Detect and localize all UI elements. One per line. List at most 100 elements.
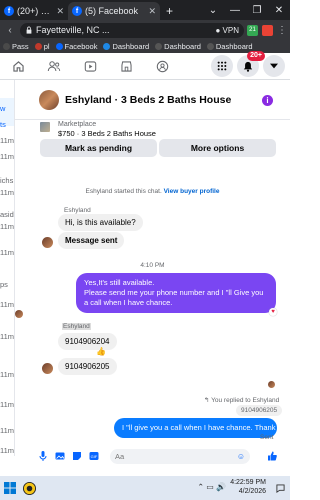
notification-badge: 20+ — [247, 51, 265, 61]
omnibox[interactable]: Fayetteville, NC ... ● VPN — [20, 22, 244, 38]
chat-header: Eshyland · 3 Beds 2 Baths House i — [15, 80, 290, 120]
message-bubble-incoming[interactable]: Hi, is this available? — [58, 214, 143, 231]
bookmark-icon — [155, 43, 163, 50]
facebook-header: 20+ — [0, 51, 290, 80]
start-icon[interactable] — [3, 481, 17, 495]
bookmark-item[interactable]: Facebook — [55, 42, 97, 51]
mark-as-pending-button[interactable]: Mark as pending — [40, 139, 157, 157]
heart-reaction-icon[interactable]: ♥ — [269, 308, 277, 316]
bookmark-icon — [34, 43, 42, 50]
sender-name: Eshyland — [62, 323, 91, 330]
window-controls: ⌄ — ❐ ✕ — [202, 0, 290, 20]
bookmark-icon — [103, 43, 111, 50]
home-icon[interactable] — [0, 53, 36, 80]
emoji-icon[interactable]: ☺ — [237, 452, 245, 461]
notification-center-icon[interactable] — [273, 481, 287, 495]
close-window-button[interactable]: ✕ — [268, 5, 290, 16]
bookmark-item[interactable]: Pass — [3, 42, 29, 51]
message-bubble-incoming[interactable]: 9104906204 — [58, 333, 117, 350]
seen-avatar — [268, 381, 275, 388]
view-buyer-profile-link[interactable]: View buyer profile — [164, 188, 220, 195]
tab-title: (20+) Messenger | Faceboo — [17, 6, 54, 16]
extension-icon[interactable]: 21 — [247, 24, 258, 36]
new-tab-button[interactable]: + — [160, 2, 179, 20]
bookmark-icon — [3, 43, 10, 50]
chat-list-item[interactable]: ts — [0, 120, 6, 129]
message-bubble-outgoing[interactable]: I "ll give you a call when I have chance… — [114, 418, 292, 439]
marketplace-icon[interactable] — [108, 53, 144, 80]
sender-avatar — [15, 310, 23, 318]
tab-messenger[interactable]: f (20+) Messenger | Faceboo ✕ — [0, 2, 68, 20]
minimize-button[interactable]: — — [224, 5, 246, 16]
browser-tab-strip: f (20+) Messenger | Faceboo ✕ f (5) Face… — [0, 0, 290, 20]
timestamp: 4:10 PM — [140, 262, 165, 269]
taskbar-app-icon[interactable] — [22, 481, 36, 495]
chat-list-item[interactable]: ichs... — [0, 176, 14, 185]
tab-facebook[interactable]: f (5) Facebook ✕ — [68, 2, 160, 20]
facebook-favicon-icon: f — [72, 6, 82, 16]
chat-list-time: 11m — [0, 152, 15, 161]
chat-list-edge: w ts 11m 11m 11m ichs... aside 11m 11m p… — [0, 80, 15, 456]
lock-icon — [26, 26, 32, 34]
chat-list-item[interactable]: ps — [0, 280, 8, 289]
bookmarks-bar: Pass pl Facebook Dashboard Dashboard Das… — [0, 40, 290, 53]
account-menu-chevron-icon[interactable] — [263, 55, 285, 77]
message-bubble-incoming[interactable]: Message sent — [58, 232, 125, 249]
listing-thumbnail[interactable] — [40, 122, 50, 132]
bookmark-item[interactable]: Dashboard — [155, 42, 201, 51]
tab-search-icon[interactable]: ⌄ — [202, 5, 224, 16]
chat-list-time: 11m — [0, 370, 15, 379]
listing-price-title[interactable]: $750 · 3 Beds 2 Baths House — [58, 129, 156, 138]
groups-icon[interactable] — [144, 53, 180, 80]
extension-icon[interactable] — [262, 24, 273, 36]
menu-icon[interactable]: ⋮ — [277, 25, 287, 36]
message-bubble-incoming[interactable]: 9104906205 — [58, 358, 117, 375]
bookmark-icon — [55, 43, 63, 50]
menu-grid-icon[interactable] — [211, 55, 233, 77]
vpn-badge[interactable]: ● VPN — [211, 26, 239, 35]
message-input-wrapper: ☺ — [110, 448, 250, 464]
message-bubble-outgoing[interactable]: Yes,It's still available. Please send me… — [76, 273, 276, 314]
chat-list-time: 11m — [0, 426, 15, 435]
quoted-message[interactable]: 9104906205 — [236, 405, 283, 416]
video-icon[interactable] — [72, 53, 108, 80]
chat-list-time: 11m — [0, 446, 15, 455]
chat-list-time: 11m — [0, 400, 15, 409]
like-thumbs-up-icon[interactable] — [266, 451, 277, 462]
sender-avatar — [42, 363, 53, 374]
microphone-icon[interactable] — [37, 451, 48, 462]
message-input[interactable] — [115, 451, 237, 461]
maximize-button[interactable]: ❐ — [246, 5, 268, 16]
close-tab-icon[interactable]: ✕ — [145, 6, 156, 17]
windows-taskbar: ⌃ ▭ 🔊 4:22:59 PM 4/2/2026 — [0, 476, 290, 500]
sender-name: Eshyland — [64, 207, 91, 214]
message-composer: GIF ☺ — [15, 446, 290, 466]
chat-list-item[interactable]: w — [0, 104, 5, 113]
close-tab-icon[interactable]: ✕ — [53, 6, 64, 17]
back-button[interactable]: ‹ — [3, 25, 17, 36]
system-clock[interactable]: ⌃ ▭ 🔊 4:22:59 PM 4/2/2026 — [197, 479, 268, 497]
chat-list-time: 11m — [0, 248, 15, 257]
chat-list-time: 11m — [0, 222, 15, 231]
sticker-icon[interactable] — [71, 451, 82, 462]
extensions: 21 ⋮ — [247, 24, 287, 36]
marketplace-label: Marketplace — [58, 121, 97, 128]
gif-icon[interactable]: GIF — [88, 451, 99, 462]
tray-icons[interactable]: ⌃ ▭ 🔊 — [197, 483, 228, 492]
chat-started-note: Eshyland started this chat. View buyer p… — [85, 188, 220, 195]
chat-list-time: 11m — [0, 188, 15, 197]
clock-time: 4:22:59 PM — [230, 479, 266, 487]
notifications-bell-icon[interactable]: 20+ — [237, 51, 265, 77]
contact-avatar[interactable] — [39, 90, 59, 110]
address-bar-row: ‹ Fayetteville, NC ... ● VPN 21 ⋮ — [0, 20, 290, 40]
bookmark-item[interactable]: pl — [34, 42, 50, 51]
chat-list-item[interactable]: aside — [0, 210, 14, 219]
photo-icon[interactable] — [54, 451, 65, 462]
friends-icon[interactable] — [36, 53, 72, 80]
bookmark-item[interactable]: Dashboard — [103, 42, 149, 51]
more-options-button[interactable]: More options — [159, 139, 276, 157]
bookmark-item[interactable]: Dashboard — [206, 42, 253, 51]
chat-title[interactable]: Eshyland · 3 Beds 2 Baths House — [65, 94, 231, 106]
sent-status: Sent — [260, 434, 274, 441]
info-icon[interactable]: i — [262, 95, 273, 106]
